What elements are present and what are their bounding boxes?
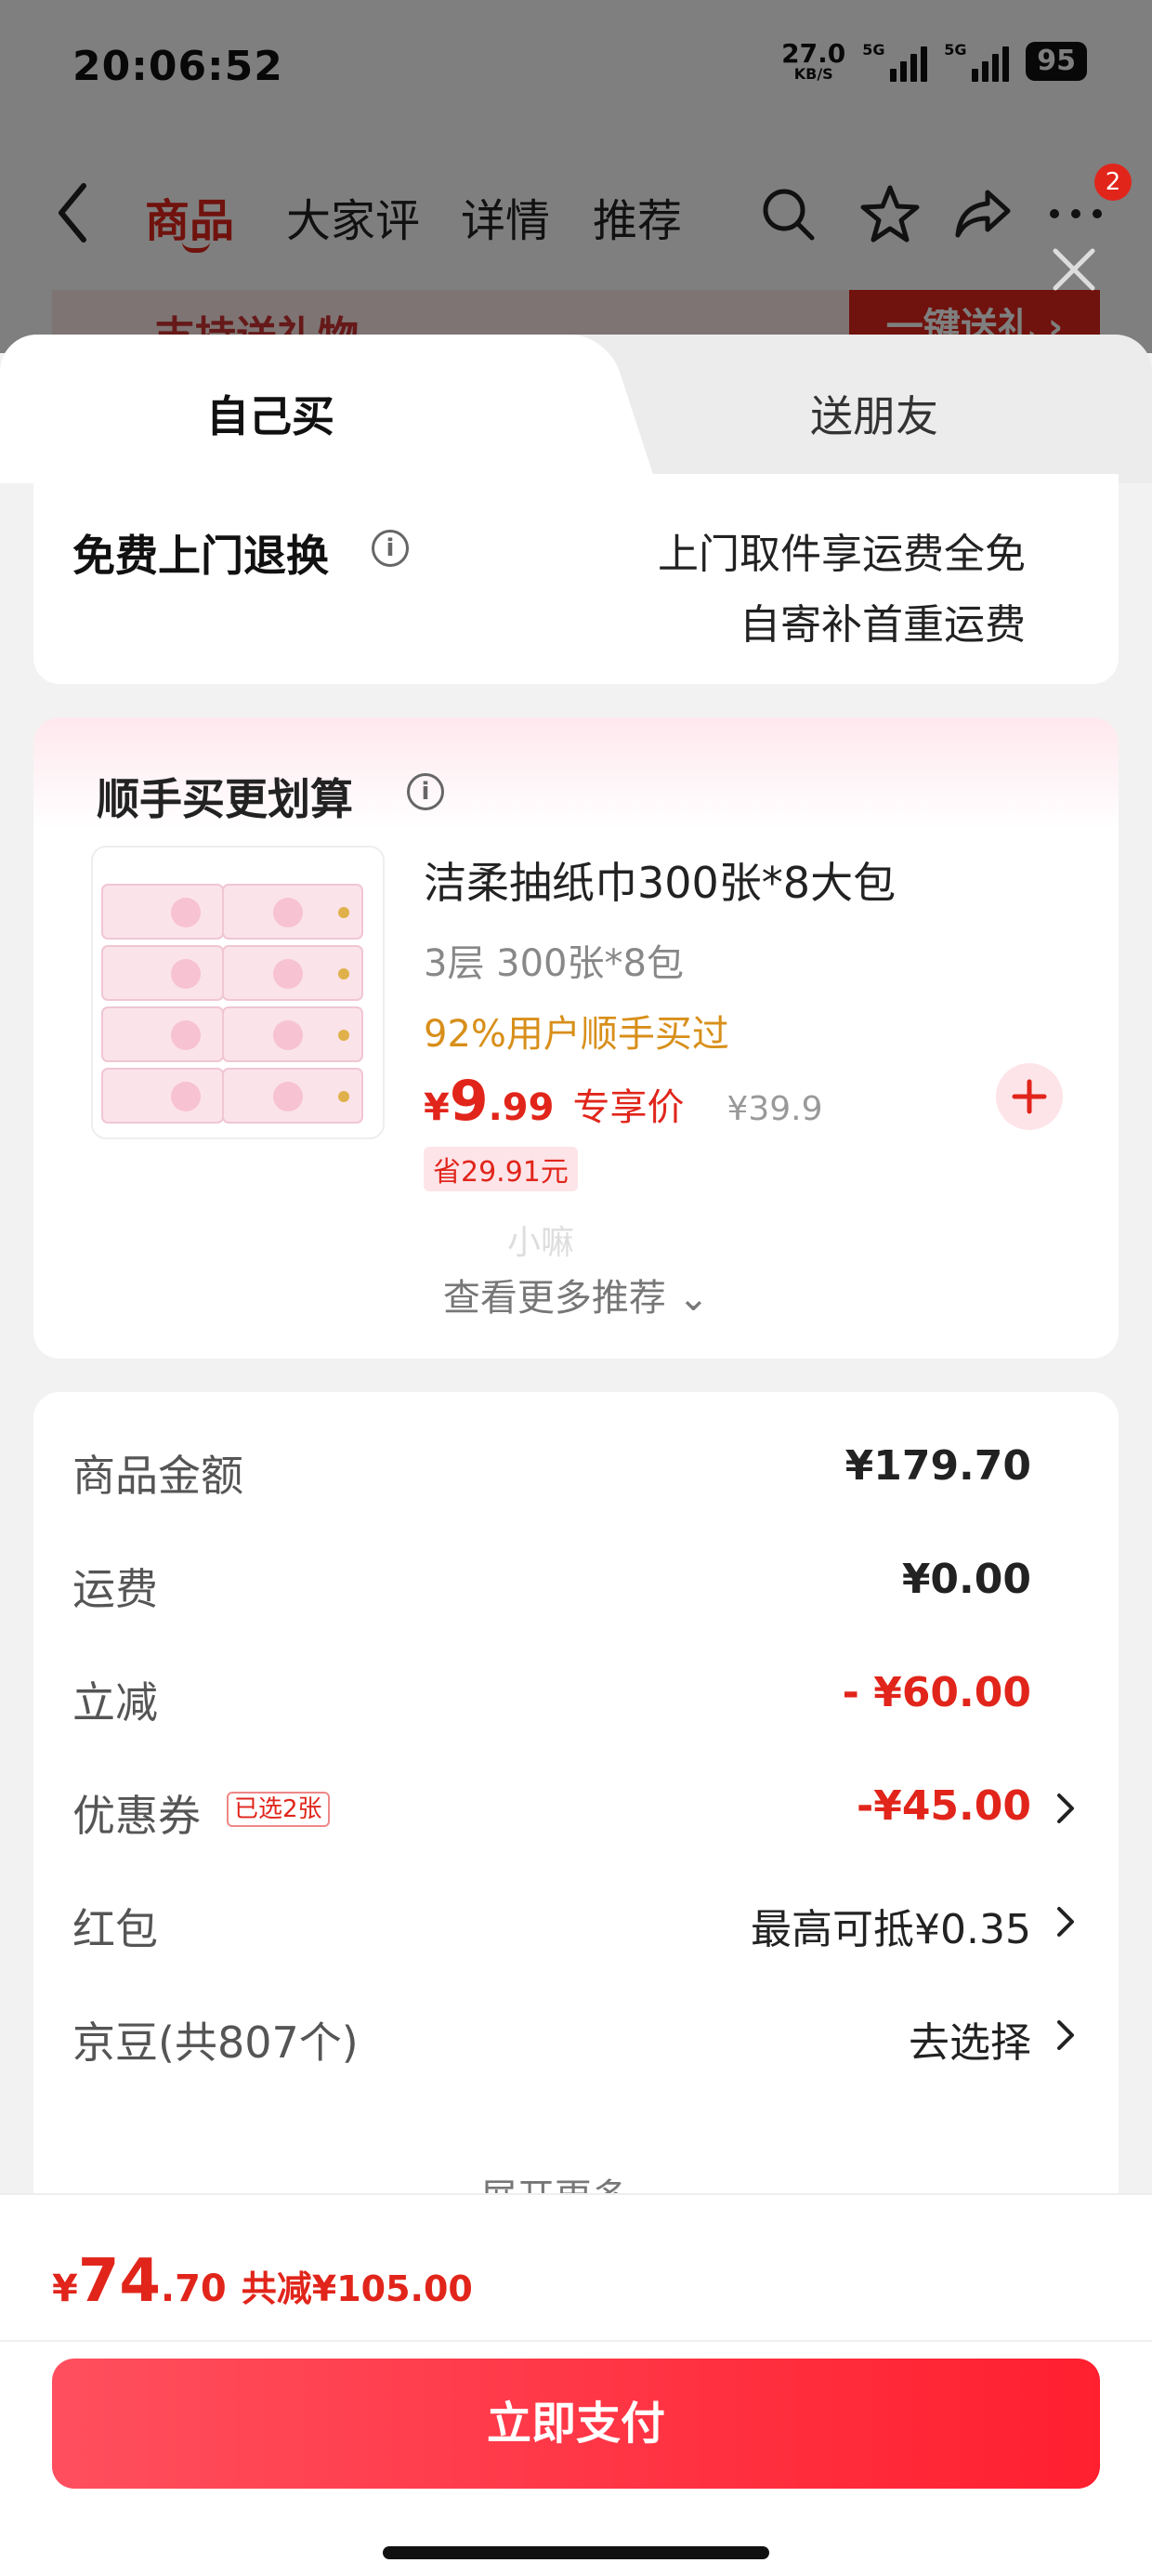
summary-row-instant-discount: 立减 - ¥60.00 bbox=[72, 1669, 1080, 1728]
summary-value: 最高可抵¥0.35 bbox=[751, 1906, 1031, 1953]
addon-title: 顺手买更划算 bbox=[97, 774, 353, 824]
add-to-order-button[interactable] bbox=[996, 1063, 1063, 1130]
summary-label: 优惠券 bbox=[72, 1791, 201, 1841]
checkout-footer: ¥ 74 .70 共减¥105.00 立即支付 bbox=[0, 2193, 1152, 2576]
info-icon[interactable]: i bbox=[372, 530, 409, 567]
close-icon[interactable] bbox=[1048, 243, 1100, 296]
save-amount-tag: 省29.91元 bbox=[424, 1147, 578, 1191]
summary-value: 去选择 bbox=[909, 2019, 1031, 2067]
summary-value: -¥45.00 bbox=[856, 1782, 1031, 1830]
price-symbol: ¥ bbox=[424, 1086, 450, 1129]
return-service-line2: 自寄补首重运费 bbox=[740, 601, 1026, 649]
return-service-title: 免费上门退换 bbox=[72, 531, 329, 581]
total-reduction: 共减¥105.00 bbox=[241, 2268, 473, 2309]
purchase-type-tabs: 自己买 送朋友 bbox=[0, 335, 1152, 483]
price-decimal: .99 bbox=[488, 1086, 555, 1129]
addon-card: 顺手买更划算 i 洁柔抽纸巾300张*8大包 3层 300张*8包 92%用户顺… bbox=[33, 717, 1119, 1359]
summary-value: - ¥60.00 bbox=[842, 1669, 1031, 1716]
price-label: 专享价 bbox=[572, 1086, 685, 1129]
tab-gift-friend[interactable]: 送朋友 bbox=[810, 383, 938, 444]
watermark: 小嘛 bbox=[507, 1224, 575, 1262]
home-indicator[interactable] bbox=[383, 2546, 769, 2559]
coupon-selected-tag: 已选2张 bbox=[227, 1792, 330, 1827]
addon-bought-rate: 92%用户顺手买过 bbox=[424, 1013, 729, 1056]
summary-row-shipping: 运费 ¥0.00 bbox=[72, 1556, 1080, 1614]
tab-self-buy[interactable]: 自己买 bbox=[206, 383, 334, 444]
summary-row-subtotal: 商品金额 ¥179.70 bbox=[72, 1442, 1080, 1501]
summary-value: ¥179.70 bbox=[844, 1442, 1031, 1490]
summary-label: 运费 bbox=[72, 1564, 158, 1614]
return-service-line1: 上门取件享运费全免 bbox=[658, 531, 1026, 578]
message-badge: 2 bbox=[1094, 164, 1132, 201]
summary-label: 商品金额 bbox=[72, 1451, 243, 1501]
addon-price: ¥ 9 .99 专享价 ¥39.9 bbox=[424, 1069, 823, 1134]
chevron-right-icon bbox=[1057, 2020, 1074, 2050]
return-service-card: 免费上门退换 i 上门取件享运费全免 自寄补首重运费 bbox=[33, 474, 1119, 684]
summary-label: 红包 bbox=[72, 1904, 158, 1954]
product-image[interactable] bbox=[91, 846, 385, 1139]
chevron-right-icon bbox=[1057, 1794, 1074, 1823]
info-icon[interactable]: i bbox=[407, 773, 444, 810]
price-integer: 9 bbox=[449, 1069, 489, 1134]
summary-row-red-packet[interactable]: 红包 最高可抵¥0.35 bbox=[72, 1896, 1080, 1954]
pay-now-button[interactable]: 立即支付 bbox=[52, 2359, 1100, 2489]
summary-label: 立减 bbox=[72, 1677, 158, 1728]
addon-product-spec: 3层 300张*8包 bbox=[424, 942, 684, 985]
footer-divider bbox=[0, 2340, 1152, 2342]
addon-product-name[interactable]: 洁柔抽纸巾300张*8大包 bbox=[424, 849, 896, 911]
summary-row-jingdou[interactable]: 京豆(共807个) 去选择 bbox=[72, 2009, 1080, 2068]
total-decimal: .70 bbox=[160, 2267, 227, 2310]
order-total: ¥ 74 .70 共减¥105.00 bbox=[52, 2247, 473, 2316]
dim-overlay[interactable] bbox=[0, 0, 1152, 353]
total-integer: 74 bbox=[77, 2247, 161, 2316]
summary-row-coupon[interactable]: 优惠券 已选2张 -¥45.00 bbox=[72, 1782, 1080, 1841]
total-symbol: ¥ bbox=[52, 2267, 78, 2310]
chevron-right-icon bbox=[1057, 1907, 1074, 1937]
original-price: ¥39.9 bbox=[727, 1090, 823, 1128]
plus-icon bbox=[1012, 1079, 1047, 1114]
summary-label: 京豆(共807个) bbox=[72, 2017, 359, 2068]
summary-value: ¥0.00 bbox=[901, 1556, 1031, 1603]
more-recommendations-link[interactable]: 查看更多推荐 ⌄ bbox=[33, 1268, 1119, 1321]
